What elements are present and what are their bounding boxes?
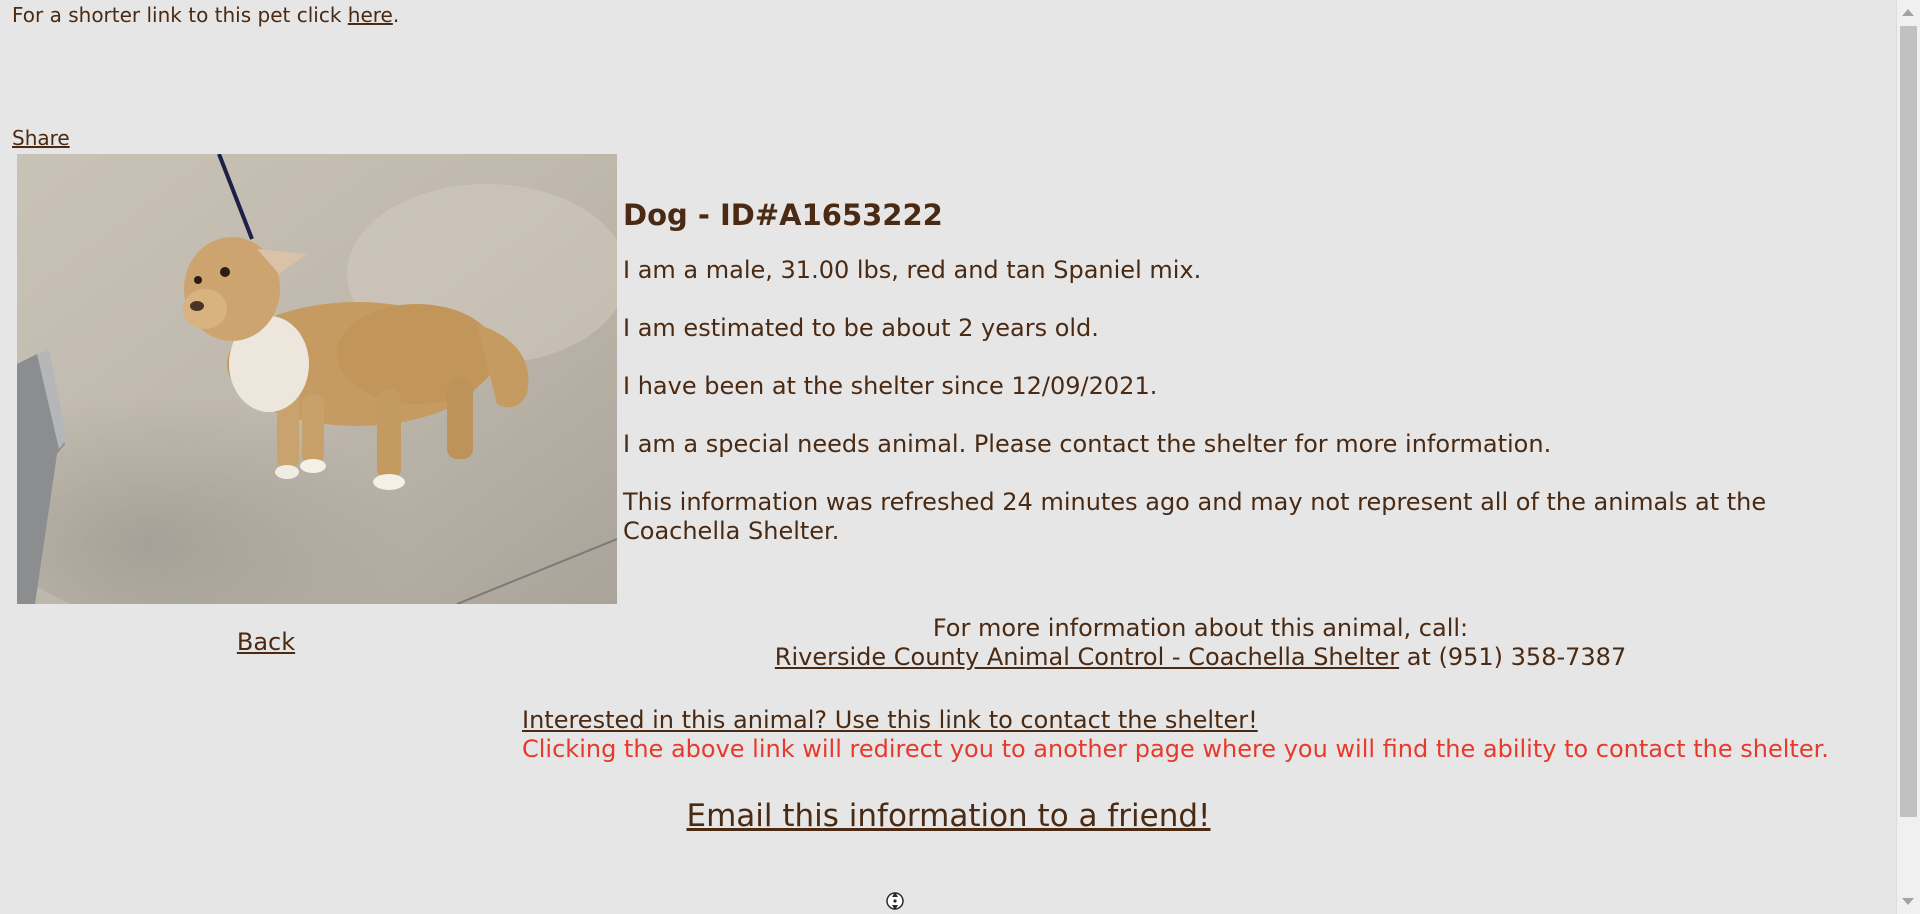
shelter-link[interactable]: Riverside County Animal Control - Coache… bbox=[775, 643, 1399, 671]
back-link[interactable]: Back bbox=[0, 628, 532, 656]
shelter-phone: (951) 358-7387 bbox=[1438, 643, 1627, 671]
short-link-line: For a shorter link to this pet click her… bbox=[12, 3, 399, 27]
redirect-note: Clicking the above link will redirect yo… bbox=[522, 735, 1829, 763]
animal-intake-date: I have been at the shelter since 12/09/2… bbox=[623, 372, 1158, 400]
scrollbar-thumb[interactable] bbox=[1900, 26, 1917, 817]
short-link-here[interactable]: here bbox=[348, 3, 393, 27]
refresh-note: This information was refreshed 24 minute… bbox=[623, 488, 1767, 545]
dog-photo bbox=[17, 154, 617, 604]
interest-section: Interested in this animal? Use this link… bbox=[522, 706, 1829, 764]
call-intro: For more information about this animal, … bbox=[932, 614, 1469, 642]
contact-info: For more information about this animal, … bbox=[623, 614, 1778, 672]
vertical-scrollbar[interactable] bbox=[1896, 0, 1920, 914]
share-link[interactable]: Share bbox=[12, 126, 70, 150]
email-section: Email this information to a friend! bbox=[0, 798, 1897, 834]
scroll-down-arrow-icon[interactable] bbox=[1902, 898, 1914, 905]
animal-age: I am estimated to be about 2 years old. bbox=[623, 314, 1099, 342]
call-at: at bbox=[1399, 643, 1439, 671]
email-friend-link[interactable]: Email this information to a friend! bbox=[687, 798, 1211, 834]
contact-shelter-link[interactable]: Interested in this animal? Use this link… bbox=[522, 706, 1258, 734]
animal-description: I am a male, 31.00 lbs, red and tan Span… bbox=[623, 256, 1202, 284]
call-line: Riverside County Animal Control - Coache… bbox=[623, 643, 1778, 672]
scroll-up-arrow-icon[interactable] bbox=[1902, 9, 1914, 16]
autoscroll-icon bbox=[886, 892, 904, 910]
special-needs-note: I am a special needs animal. Please cont… bbox=[623, 430, 1552, 458]
short-link-suffix: . bbox=[392, 3, 400, 27]
animal-info: Dog - ID#A1653222 I am a male, 31.00 lbs… bbox=[623, 198, 1883, 575]
animal-heading: Dog - ID#A1653222 bbox=[623, 198, 943, 232]
pet-detail-page: For a shorter link to this pet click her… bbox=[0, 0, 1897, 914]
short-link-prefix: For a shorter link to this pet click bbox=[12, 3, 348, 27]
